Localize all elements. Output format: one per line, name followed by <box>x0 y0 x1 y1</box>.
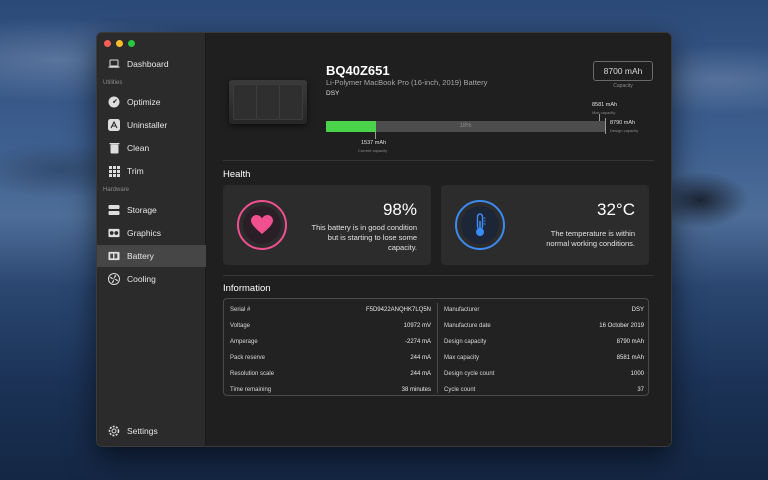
current-capacity-tick <box>375 132 376 139</box>
design-capacity-caption: Design capacity <box>610 128 639 133</box>
zoom-window-button[interactable] <box>128 40 135 47</box>
health-title: Health <box>223 169 251 180</box>
design-capacity-value: 8790 mAh <box>610 120 636 126</box>
battery-image <box>229 80 307 124</box>
sidebar-item-label: Clean <box>127 143 150 153</box>
sidebar-item-label: Storage <box>127 205 157 215</box>
max-capacity-tick <box>599 114 600 121</box>
grid-icon <box>108 165 120 177</box>
battery-health-desc-2: but is starting to lose some <box>327 233 417 242</box>
main-content: BQ40Z651 Li-Polymer MacBook Pro (16-inch… <box>206 33 671 446</box>
divider <box>223 275 654 276</box>
section-label-utilities: Utilities <box>103 80 123 86</box>
fan-icon <box>108 273 120 285</box>
sidebar-item-label: Trim <box>127 166 144 176</box>
temperature-desc-1: The temperature is within <box>550 229 635 238</box>
charge-percent-label: 18% <box>459 123 472 129</box>
app-store-icon <box>108 119 120 131</box>
sidebar-item-label: Settings <box>127 426 158 436</box>
current-capacity-caption: Current capacity <box>358 148 388 153</box>
table-row: Resolution scale 244 mA <box>230 371 431 377</box>
sidebar-item-optimize[interactable]: Optimize <box>97 91 206 113</box>
table-row: Amperage -2274 mA <box>230 339 431 345</box>
table-row: Manufacturer DSY <box>444 307 644 313</box>
sidebar-item-label: Dashboard <box>127 59 169 69</box>
minimize-window-button[interactable] <box>116 40 123 47</box>
heart-ring <box>237 200 287 250</box>
table-row: Voltage 10972 mV <box>230 323 431 329</box>
sidebar-item-label: Uninstaller <box>127 120 168 130</box>
sidebar-item-uninstaller[interactable]: Uninstaller <box>97 114 206 136</box>
device-subtitle: Li-Polymer MacBook Pro (16-inch, 2019) B… <box>326 78 488 87</box>
trash-icon <box>108 142 120 154</box>
gear-icon <box>108 425 120 437</box>
sidebar-item-cooling[interactable]: Cooling <box>97 268 206 290</box>
device-manufacturer: DSY <box>326 90 340 97</box>
gpu-icon <box>108 227 120 239</box>
sidebar-item-dashboard[interactable]: Dashboard <box>97 53 206 75</box>
sidebar-item-clean[interactable]: Clean <box>97 137 206 159</box>
sidebar-item-graphics[interactable]: Graphics <box>97 222 206 244</box>
information-table: Serial # F5D9422ANQHK7LQ5N Voltage 10972 m… <box>223 298 649 396</box>
battery-icon <box>108 250 120 262</box>
current-capacity-value: 1537 mAh <box>361 140 387 146</box>
table-row: Serial # F5D9422ANQHK7LQ5N <box>230 307 431 313</box>
table-row: Cycle count 37 <box>444 387 644 393</box>
table-row: Time remaining 38 minutes <box>230 387 431 393</box>
sidebar: Dashboard Utilities Optimize Uninstaller… <box>97 33 206 446</box>
info-column-left: Serial # F5D9422ANQHK7LQ5N Voltage 10972 m… <box>224 302 437 398</box>
max-capacity-caption: Max capacity <box>592 110 616 115</box>
storage-icon <box>108 204 120 216</box>
sidebar-item-label: Cooling <box>127 274 156 284</box>
capacity-value: 8700 mAh <box>593 61 653 81</box>
temperature-card: 32°C The temperature is within normal wo… <box>441 185 649 265</box>
battery-health-percent: 98% <box>382 200 417 219</box>
device-title: BQ40Z651 <box>326 63 390 78</box>
info-column-right: Manufacturer DSY Manufacture date 16 Octob… <box>437 303 650 393</box>
thermometer-icon <box>476 213 486 236</box>
divider <box>223 160 654 161</box>
max-capacity-value: 8581 mAh <box>592 102 618 108</box>
sidebar-item-battery[interactable]: Battery <box>97 245 206 267</box>
sidebar-item-settings[interactable]: Settings <box>97 420 206 442</box>
charge-bar: 18% <box>326 121 605 132</box>
thermometer-ring <box>455 200 505 250</box>
window-controls <box>104 40 135 47</box>
table-row: Design cycle count 1000 <box>444 371 644 377</box>
information-title: Information <box>223 283 271 294</box>
battery-health-desc-1: This battery is in good condition <box>311 223 417 232</box>
table-row: Manufacture date 16 October 2019 <box>444 323 644 329</box>
table-row: Pack reserve 244 mA <box>230 355 431 361</box>
table-row: Design capacity 8790 mAh <box>444 339 644 345</box>
close-window-button[interactable] <box>104 40 111 47</box>
design-capacity-tick <box>605 118 606 134</box>
sidebar-item-trim[interactable]: Trim <box>97 160 206 182</box>
capacity-caption: Capacity <box>613 83 633 89</box>
gauge-icon <box>108 96 120 108</box>
app-window: Dashboard Utilities Optimize Uninstaller… <box>96 32 672 447</box>
temperature-value: 32°C <box>597 200 635 219</box>
laptop-icon <box>108 58 120 70</box>
heart-icon <box>251 215 273 234</box>
sidebar-item-label: Battery <box>127 251 154 261</box>
sidebar-item-storage[interactable]: Storage <box>97 199 206 221</box>
temperature-desc-2: normal working conditions. <box>546 239 635 248</box>
table-row: Max capacity 8581 mAh <box>444 355 644 361</box>
sidebar-item-label: Graphics <box>127 228 162 238</box>
battery-health-card: 98% This battery is in good condition bu… <box>223 185 431 265</box>
battery-health-desc-3: capacity. <box>387 243 417 252</box>
sidebar-item-label: Optimize <box>127 97 161 107</box>
section-label-hardware: Hardware <box>103 187 130 193</box>
